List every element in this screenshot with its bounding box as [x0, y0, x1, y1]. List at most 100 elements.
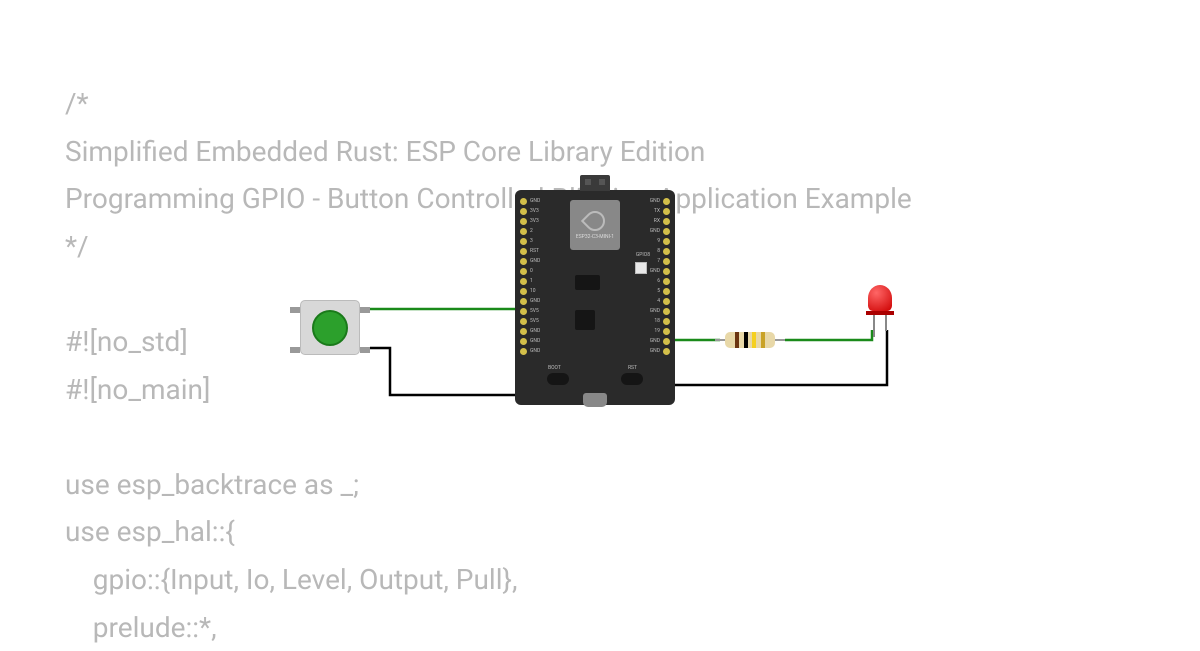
pin [520, 208, 527, 215]
pin [520, 278, 527, 285]
led-anode [873, 315, 875, 337]
resistor-body [725, 332, 775, 348]
push-button[interactable] [290, 295, 370, 360]
button-leg [360, 347, 370, 353]
pin [663, 248, 670, 255]
pin-label: GND [650, 268, 660, 275]
pin-label: 19 [650, 328, 660, 335]
pin-label: 10 [530, 288, 540, 295]
antenna-connector [580, 175, 610, 191]
resistor-band-4 [761, 332, 765, 348]
pin [520, 238, 527, 245]
pin-labels-left: GND 3V3 3V3 2 3 RST GND 0 1 10 GND 5V5 5V5 GND GND GND [530, 198, 540, 355]
boot-button[interactable] [547, 373, 569, 385]
pin-labels-right: GNDTXRXGND987GND654GND1819GNDGND [650, 198, 660, 355]
pin-label: 4 [650, 298, 660, 305]
button-leg [360, 307, 370, 313]
voltage-regulator [575, 275, 600, 290]
led-bulb [868, 285, 892, 311]
esp32-chip: ESP32-C3-MINI-1 [570, 200, 620, 250]
pin [663, 318, 670, 325]
pin-label: 3 [530, 238, 540, 245]
pin [663, 288, 670, 295]
pin-label: GND [530, 348, 540, 355]
pin [520, 268, 527, 275]
pin-label: GND [650, 198, 660, 205]
pin-label: GND [530, 298, 540, 305]
resistor-band-2 [744, 332, 748, 348]
code-line: */ [65, 230, 89, 263]
pin-label: GND [650, 228, 660, 235]
code-line: prelude::*, [65, 611, 217, 644]
pin [663, 218, 670, 225]
pin-label: 18 [650, 318, 660, 325]
wire-resistor-led [785, 330, 872, 340]
pin-label: 5V5 [530, 308, 540, 315]
pin-label: 8 [650, 248, 660, 255]
led-cathode [885, 315, 887, 331]
resistor-band-3 [752, 332, 756, 348]
resistor-lead [715, 339, 725, 341]
pin-label: 3V3 [530, 208, 540, 215]
pin [520, 328, 527, 335]
button-leg [290, 347, 300, 353]
code-line: #![no_std] [65, 325, 188, 358]
pin-label: GND [530, 338, 540, 345]
reset-button[interactable] [621, 373, 643, 385]
rst-label: RST [628, 365, 637, 371]
pin-label: TX [650, 208, 660, 215]
button-cap [312, 310, 348, 346]
pin-header-left [520, 198, 527, 355]
pin [520, 248, 527, 255]
pin [663, 348, 670, 355]
resistor-lead [775, 339, 785, 341]
pin [663, 268, 670, 275]
pin [663, 278, 670, 285]
pin [663, 328, 670, 335]
button-leg [290, 307, 300, 313]
pin-label: GND [650, 338, 660, 345]
pin [520, 198, 527, 205]
pin-label: 5V5 [530, 318, 540, 325]
pin-label: GND [530, 198, 540, 205]
code-line: /* [65, 87, 89, 120]
pin-label: GND [530, 328, 540, 335]
pin [520, 308, 527, 315]
esp32-c3-board[interactable]: ESP32-C3-MINI-1 GND3V33V323RSTGND0110GND… [515, 190, 675, 405]
code-line: #![no_main] [65, 373, 210, 406]
pin-label: RX [650, 218, 660, 225]
circuit-diagram: ESP32-C3-MINI-1 GND3V33V323RSTGND0110GND… [290, 200, 940, 430]
red-led[interactable] [865, 285, 895, 335]
code-line: gpio::{Input, Io, Level, Output, Pull}, [65, 563, 518, 596]
pin [520, 228, 527, 235]
usb-port-icon [583, 393, 607, 407]
chip-label: ESP32-C3-MINI-1 [576, 234, 614, 240]
pin-label: 2 [530, 228, 540, 235]
pin [520, 288, 527, 295]
resistor[interactable] [715, 330, 785, 350]
pin-label: GND [650, 348, 660, 355]
pin-label: 1 [530, 278, 540, 285]
pin [520, 218, 527, 225]
onboard-rgb-led [635, 262, 647, 274]
pin [520, 318, 527, 325]
pin-label: 3V3 [530, 218, 540, 225]
pin [520, 348, 527, 355]
pin [520, 338, 527, 345]
pin [663, 338, 670, 345]
pin-label: GND [530, 258, 540, 265]
wire-button-gnd [370, 348, 522, 395]
led-base [866, 311, 894, 315]
pin-label: 5 [650, 288, 660, 295]
pin-label: 0 [530, 268, 540, 275]
pin [663, 308, 670, 315]
pin-label: 6 [650, 278, 660, 285]
code-line: use esp_backtrace as _; [65, 468, 359, 501]
pin [663, 208, 670, 215]
code-line: Simplified Embedded Rust: ESP Core Libra… [65, 135, 705, 168]
pin [663, 258, 670, 265]
pin-label: RST [530, 248, 540, 255]
code-line: use esp_hal::{ [65, 515, 235, 548]
espressif-logo-icon [581, 206, 609, 234]
pin [663, 238, 670, 245]
